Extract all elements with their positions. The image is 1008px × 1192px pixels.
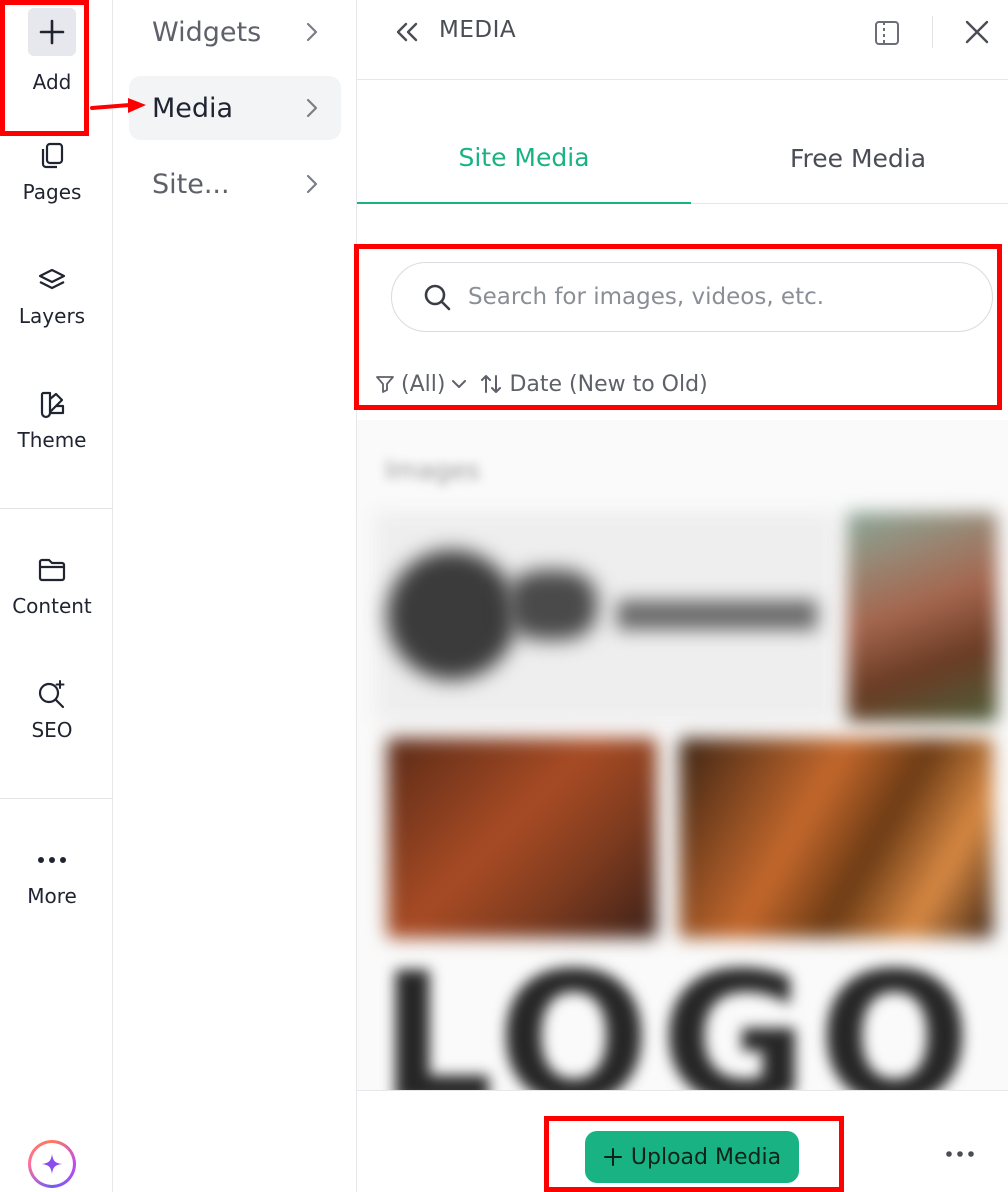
thumbnail-content bbox=[507, 570, 597, 640]
thumbnail-content bbox=[387, 550, 517, 680]
seo-icon bbox=[36, 678, 68, 710]
panel-header: MEDIA bbox=[357, 0, 1008, 80]
filter-sort-bar: (All) Date (New to Old) bbox=[375, 368, 714, 400]
rail-divider bbox=[0, 798, 113, 799]
submenu-item-site[interactable]: Site... bbox=[129, 152, 341, 216]
more-icon bbox=[946, 1151, 974, 1157]
rail-label-seo: SEO bbox=[31, 718, 73, 742]
pages-icon bbox=[36, 140, 68, 172]
search-icon bbox=[424, 284, 451, 311]
media-thumbnail[interactable] bbox=[847, 512, 997, 722]
tab-free-media[interactable]: Free Media bbox=[691, 120, 1008, 204]
rail-label-layers: Layers bbox=[18, 304, 86, 328]
left-rail: Add Pages Layers Theme Content SEO More bbox=[0, 0, 113, 1192]
media-gallery: Images LOGO bbox=[357, 420, 1008, 1090]
rail-item-theme[interactable]: Theme bbox=[0, 388, 104, 452]
submenu-item-widgets[interactable]: Widgets bbox=[129, 0, 341, 64]
folder-icon bbox=[36, 554, 68, 586]
panel-layout-icon bbox=[875, 21, 899, 45]
plus-icon bbox=[28, 8, 76, 56]
plus-icon bbox=[603, 1148, 622, 1166]
sort-label: Date (New to Old) bbox=[509, 371, 708, 397]
close-button[interactable] bbox=[963, 18, 993, 48]
rail-item-more[interactable]: More bbox=[0, 844, 104, 908]
add-submenu: Widgets Media Site... bbox=[113, 0, 357, 1192]
media-panel: MEDIA Site Media Free Media (All) bbox=[357, 0, 1008, 1192]
submenu-label-media: Media bbox=[152, 92, 234, 124]
rail-item-layers[interactable]: Layers bbox=[0, 264, 104, 328]
rail-divider bbox=[0, 508, 113, 509]
search-input[interactable] bbox=[468, 284, 948, 310]
filter-dropdown[interactable]: (All) bbox=[375, 372, 467, 397]
chevron-right-icon bbox=[306, 174, 318, 194]
media-thumbnail[interactable] bbox=[387, 738, 657, 938]
layers-icon bbox=[36, 264, 68, 296]
header-separator bbox=[932, 16, 933, 48]
sort-icon bbox=[481, 375, 502, 393]
section-label: Images bbox=[385, 456, 480, 486]
rail-item-content[interactable]: Content bbox=[0, 554, 104, 618]
rail-label-pages: Pages bbox=[22, 180, 82, 204]
chevron-down-icon bbox=[452, 380, 467, 388]
theme-icon bbox=[36, 388, 68, 420]
chevron-right-icon bbox=[306, 22, 318, 42]
sparkle-icon bbox=[31, 1143, 73, 1185]
thumbnail-content bbox=[617, 600, 817, 630]
rail-label-add: Add bbox=[32, 70, 72, 94]
submenu-label-site: Site... bbox=[152, 168, 230, 200]
rail-label-theme: Theme bbox=[17, 428, 87, 452]
dock-panel-button[interactable] bbox=[873, 18, 903, 48]
chevron-right-icon bbox=[306, 98, 318, 118]
close-icon bbox=[965, 20, 989, 44]
panel-title: MEDIA bbox=[439, 17, 517, 43]
double-chevron-left-icon bbox=[396, 22, 418, 42]
media-thumbnail-logo[interactable]: LOGO bbox=[379, 950, 981, 1091]
filter-label: (All) bbox=[401, 371, 446, 397]
collapse-button[interactable] bbox=[393, 18, 421, 46]
submenu-item-media[interactable]: Media bbox=[129, 76, 341, 140]
more-icon bbox=[36, 844, 68, 876]
upload-media-button[interactable]: Upload Media bbox=[585, 1131, 799, 1183]
panel-footer: Upload Media bbox=[357, 1090, 1008, 1192]
ai-assistant-button[interactable] bbox=[28, 1140, 76, 1188]
media-tabs: Site Media Free Media bbox=[357, 120, 1008, 204]
media-thumbnail[interactable] bbox=[679, 738, 993, 938]
rail-item-seo[interactable]: SEO bbox=[0, 678, 104, 742]
media-search bbox=[391, 262, 993, 332]
footer-more-button[interactable] bbox=[945, 1143, 979, 1171]
tab-site-media[interactable]: Site Media bbox=[357, 120, 691, 204]
submenu-label-widgets: Widgets bbox=[152, 16, 262, 48]
rail-item-pages[interactable]: Pages bbox=[0, 140, 104, 204]
filter-icon bbox=[376, 376, 394, 393]
rail-label-content: Content bbox=[12, 594, 92, 618]
rail-item-add[interactable]: Add bbox=[0, 8, 104, 94]
annotation-arrow-icon bbox=[90, 98, 146, 113]
sort-dropdown[interactable]: Date (New to Old) bbox=[479, 372, 713, 397]
upload-media-label: Upload Media bbox=[630, 1144, 782, 1170]
rail-label-more: More bbox=[27, 884, 77, 908]
